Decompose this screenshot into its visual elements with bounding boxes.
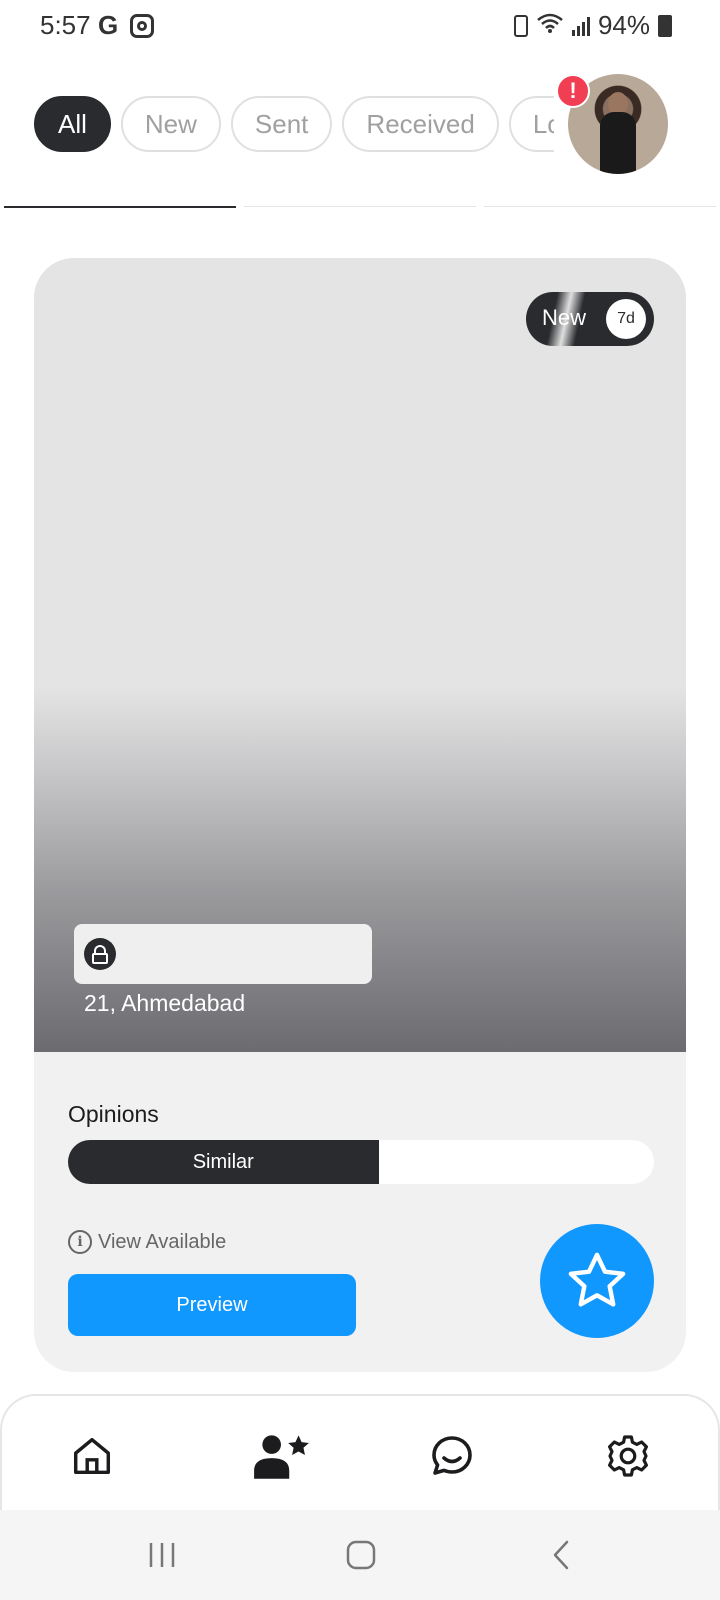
wifi-icon bbox=[536, 12, 564, 40]
days-remaining: 7d bbox=[606, 299, 646, 339]
tab-indicator bbox=[4, 206, 716, 208]
nav-home[interactable] bbox=[66, 1430, 118, 1482]
gear-icon bbox=[608, 1435, 648, 1477]
new-badge: New 7d bbox=[526, 292, 654, 346]
back-button[interactable] bbox=[550, 1538, 572, 1572]
battery-icon bbox=[658, 14, 672, 37]
profile-card[interactable]: New 7d 21, Ahmedabad Opinions Similar i … bbox=[34, 258, 686, 1372]
recent-apps-button[interactable] bbox=[146, 1538, 178, 1572]
status-time: 5:57 bbox=[40, 10, 91, 40]
star-button[interactable] bbox=[540, 1224, 654, 1338]
filter-chip-new[interactable]: New bbox=[120, 96, 221, 152]
filter-chip-sent[interactable]: Sent bbox=[230, 96, 333, 152]
bottom-nav bbox=[0, 1394, 720, 1510]
opinions-bar: Similar bbox=[68, 1140, 654, 1184]
status-indicators: 94% bbox=[513, 10, 672, 41]
back-icon bbox=[553, 1540, 569, 1570]
nav-chat[interactable] bbox=[426, 1430, 478, 1482]
profile-photo[interactable]: New 7d 21, Ahmedabad bbox=[34, 258, 686, 1052]
opinion-similar-fill: Similar bbox=[68, 1140, 379, 1184]
chat-icon bbox=[432, 1436, 472, 1475]
star-icon bbox=[568, 1252, 626, 1307]
recent-apps-icon bbox=[149, 1543, 175, 1567]
signal-icon bbox=[571, 16, 590, 36]
person-star-icon bbox=[254, 1435, 309, 1479]
info-icon: i bbox=[68, 1230, 92, 1254]
nav-favorites[interactable] bbox=[250, 1430, 314, 1482]
alert-badge: ! bbox=[556, 74, 590, 108]
home-button[interactable] bbox=[344, 1538, 378, 1572]
filter-chip-received[interactable]: Received bbox=[342, 96, 499, 152]
nav-settings[interactable] bbox=[602, 1430, 654, 1482]
system-nav-bar bbox=[0, 1510, 720, 1600]
lock-icon bbox=[84, 938, 116, 970]
filter-chip-all[interactable]: All bbox=[34, 96, 111, 152]
google-icon: G bbox=[98, 10, 119, 40]
view-available[interactable]: i View Available bbox=[68, 1230, 226, 1254]
filter-chips-row: All New Sent Received Lo bbox=[34, 96, 554, 152]
tab-indicator-segment bbox=[484, 206, 716, 207]
battery-saver-icon bbox=[513, 14, 528, 37]
filter-chip-truncated[interactable]: Lo bbox=[508, 96, 554, 152]
view-available-label: View Available bbox=[98, 1230, 227, 1253]
new-badge-label: New bbox=[542, 305, 587, 330]
age-location: 21, Ahmedabad bbox=[84, 990, 246, 1016]
preview-button[interactable]: Preview bbox=[68, 1274, 356, 1336]
battery-percent: 94% bbox=[597, 10, 650, 40]
tab-indicator-active bbox=[4, 206, 236, 208]
instagram-icon bbox=[130, 14, 154, 38]
locked-name-field[interactable] bbox=[74, 924, 372, 984]
home-square-icon bbox=[346, 1540, 376, 1570]
avatar-figure bbox=[600, 112, 636, 174]
filter-chips: All New Sent Received Lo bbox=[34, 96, 554, 152]
home-icon bbox=[73, 1437, 111, 1475]
tab-indicator-segment bbox=[244, 206, 476, 207]
status-bar: 5:57 G 94% bbox=[0, 0, 720, 56]
opinions-label: Opinions bbox=[68, 1101, 159, 1127]
